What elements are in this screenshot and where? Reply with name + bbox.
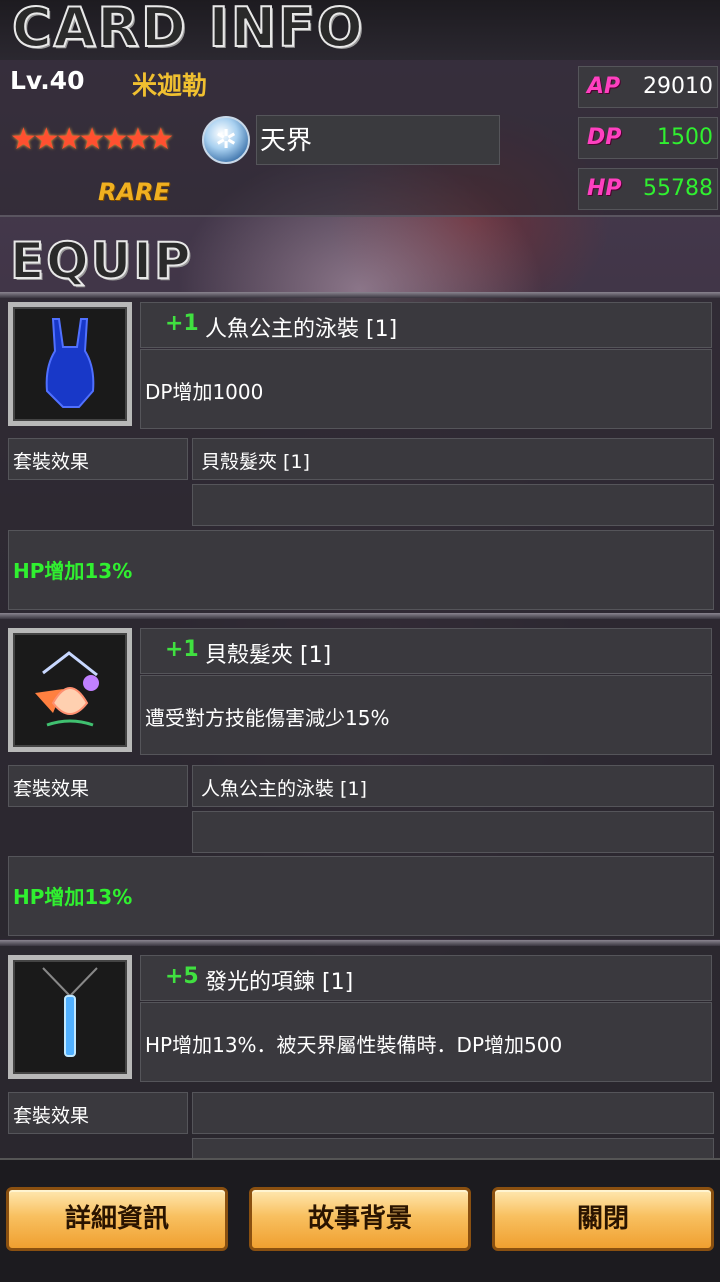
set-effect-text: HP增加13% (13, 559, 133, 583)
close-button[interactable]: 關閉 (492, 1187, 714, 1251)
set-partner-name: 人魚公主的泳裝 [1] (201, 778, 367, 800)
item-description: HP增加13%．被天界屬性裝備時．DP增加500 (145, 1033, 563, 1057)
set-partner-empty-box (192, 484, 714, 526)
stat-hp: HP 55788 (578, 168, 718, 210)
glowing-necklace-icon[interactable] (8, 955, 132, 1079)
item-name: 貝殼髮夾 [1] (205, 643, 332, 668)
item-name: 發光的項鍊 [1] (205, 970, 354, 995)
set-partner-box (192, 1092, 714, 1134)
item-enhance-level: +1 (165, 311, 199, 336)
equip-section-title: EQUIP (9, 231, 193, 291)
item-description-box: DP增加1000 (140, 349, 712, 429)
page-title: CARD INFO (11, 0, 365, 60)
set-effect-label-box: 套裝效果 (8, 765, 188, 807)
set-effect-text: HP增加13% (13, 885, 133, 909)
story-button[interactable]: 故事背景 (249, 1187, 471, 1251)
set-effect-label: 套裝效果 (13, 1105, 90, 1127)
shell-hairpin-icon[interactable] (8, 628, 132, 752)
stat-ap: AP 29010 (578, 66, 718, 108)
set-partner-empty-box (192, 1138, 714, 1160)
stat-dp-value: 1500 (657, 125, 713, 150)
set-partner-box: 人魚公主的泳裝 [1] (192, 765, 714, 807)
item-description: 遭受對方技能傷害減少15% (145, 706, 390, 730)
stat-hp-label: HP (587, 176, 622, 201)
rarity-stars: ★★★★★★★ (10, 122, 174, 157)
set-effect-box: HP增加13% (8, 856, 714, 936)
set-effect-label: 套裝效果 (13, 451, 90, 473)
snowflake-icon: ✲ (202, 116, 250, 164)
item-description-box: HP增加13%．被天界屬性裝備時．DP增加500 (140, 1002, 712, 1082)
item-enhance-level: +1 (165, 637, 199, 662)
details-button[interactable]: 詳細資訊 (6, 1187, 228, 1251)
item-description: DP增加1000 (145, 380, 264, 404)
set-partner-box: 貝殼髮夾 [1] (192, 438, 714, 480)
set-effect-label-box: 套裝效果 (8, 1092, 188, 1134)
stat-hp-value: 55788 (643, 176, 713, 201)
card-level: Lv.40 (10, 66, 85, 95)
item-name-row[interactable]: +5 發光的項鍊 [1] (140, 955, 712, 1001)
set-partner-name: 貝殼髮夾 [1] (201, 451, 310, 473)
item-enhance-level: +5 (165, 964, 199, 989)
item-name: 人魚公主的泳裝 [1] (205, 317, 398, 342)
set-effect-box: HP增加13% (8, 530, 714, 610)
set-effect-label: 套裝效果 (13, 778, 90, 800)
set-partner-empty-box (192, 811, 714, 853)
item-description-box: 遭受對方技能傷害減少15% (140, 675, 712, 755)
stat-dp: DP 1500 (578, 117, 718, 159)
stat-ap-value: 29010 (643, 74, 713, 99)
swimsuit-icon[interactable] (8, 302, 132, 426)
card-name: 米迦勒 (132, 71, 208, 100)
item-name-row[interactable]: +1 人魚公主的泳裝 [1] (140, 302, 712, 348)
stat-ap-label: AP (587, 74, 621, 99)
set-effect-label-box: 套裝效果 (8, 438, 188, 480)
item-name-row[interactable]: +1 貝殼髮夾 [1] (140, 628, 712, 674)
rarity-label: RARE (98, 178, 170, 206)
stat-dp-label: DP (587, 125, 622, 150)
element-label: 天界 (260, 126, 313, 156)
